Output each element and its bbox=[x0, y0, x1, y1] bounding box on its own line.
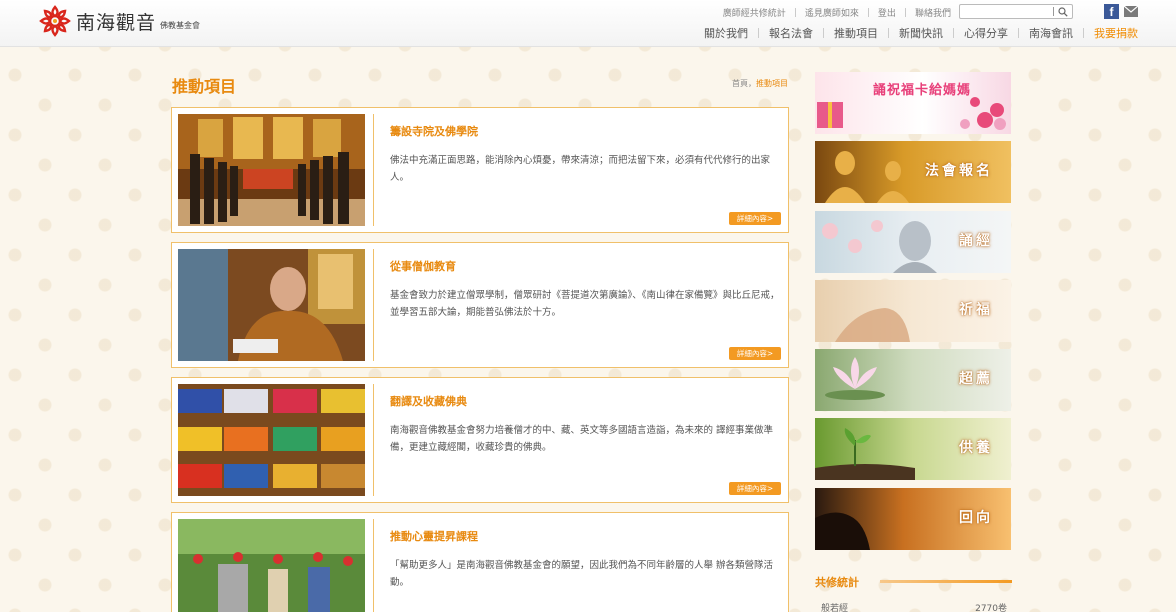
banner-label: 誦經 bbox=[959, 233, 993, 249]
temple-hall-photo bbox=[178, 114, 365, 226]
nav-donate[interactable]: 我要捐款 bbox=[1084, 25, 1148, 41]
separator: | bbox=[793, 7, 797, 18]
stats-divider bbox=[880, 580, 1012, 583]
search-divider bbox=[1053, 7, 1054, 16]
nav-share[interactable]: 心得分享 bbox=[954, 25, 1018, 41]
card-title[interactable]: 從事僧伽教育 bbox=[390, 258, 456, 274]
separator: | bbox=[866, 7, 870, 18]
banner-label: 供養 bbox=[959, 440, 993, 456]
breadcrumb-separator: ， bbox=[748, 79, 756, 88]
logo-subtitle: 佛教基金會 bbox=[160, 20, 201, 30]
details-button[interactable]: 詳細內容> bbox=[729, 347, 781, 360]
project-card-spiritual-courses: 推動心靈提昇課程 「幫助更多人」是南海觀音佛教基金會的願望，因此我們為不同年齡層… bbox=[171, 512, 789, 612]
banner-label: 法會報名 bbox=[925, 163, 993, 179]
card-title[interactable]: 推動心靈提昇課程 bbox=[390, 528, 478, 544]
toplink-medicine-buddha[interactable]: 遙見廣師如來 bbox=[805, 6, 859, 19]
site-logo[interactable]: 南海觀音 佛教基金會 bbox=[38, 4, 200, 38]
stats-row: 般若經 2770卷 bbox=[821, 601, 1007, 612]
card-description: 「幫助更多人」是南海觀音佛教基金會的願望，因此我們為不同年齡層的人舉 辦各類營隊… bbox=[390, 560, 774, 588]
card-description: 南海觀音佛教基金會努力培養僧才的中、藏、英文等多國語言造詣，為未來的 譯經事業做… bbox=[390, 425, 774, 453]
group-activity-photo bbox=[178, 519, 365, 612]
banner-label: 誦祝福卡給媽媽 bbox=[872, 83, 971, 98]
banner-offering[interactable]: 供養 bbox=[815, 418, 1011, 480]
stats-name: 般若經 bbox=[821, 604, 849, 612]
facebook-icon[interactable]: f bbox=[1104, 4, 1119, 19]
banner-blessing[interactable]: 祈福 bbox=[815, 280, 1011, 342]
breadcrumb-home[interactable]: 首頁 bbox=[732, 79, 748, 88]
project-card-scripture-translation: 翻譯及收藏佛典 南海觀音佛教基金會努力培養僧才的中、藏、英文等多國語言造詣，為未… bbox=[171, 377, 789, 503]
card-divider bbox=[373, 519, 374, 612]
project-card-monastery: 籌設寺院及佛學院 佛法中充滿正面思路，能消除內心煩憂，帶來清涼；而把法留下來，必… bbox=[171, 107, 789, 233]
banner-sutra-chanting[interactable]: 誦經 bbox=[815, 211, 1011, 273]
page-title: 推動項目 bbox=[172, 77, 237, 96]
card-divider bbox=[373, 384, 374, 496]
card-divider bbox=[373, 249, 374, 361]
banner-label: 回向 bbox=[959, 510, 993, 526]
search-box bbox=[959, 4, 1073, 24]
monk-studying-photo bbox=[178, 249, 365, 361]
card-description: 佛法中充滿正面思路，能消除內心煩憂，帶來清涼；而把法留下來，必須有代代修行的出家… bbox=[390, 155, 771, 183]
stats-value: 2770卷 bbox=[975, 604, 1007, 612]
separator: | bbox=[903, 7, 907, 18]
lotus-logo-icon bbox=[39, 5, 71, 37]
mail-icon[interactable] bbox=[1124, 6, 1138, 17]
bookshelf-photo bbox=[178, 384, 365, 496]
breadcrumb-current: 推動項目 bbox=[756, 79, 788, 88]
toplink-contact[interactable]: 聯絡我們 bbox=[915, 6, 951, 19]
banner-dedication[interactable]: 回向 bbox=[815, 488, 1011, 550]
card-divider bbox=[373, 114, 374, 226]
nav-register-dharma[interactable]: 報名法會 bbox=[759, 25, 823, 41]
details-button[interactable]: 詳細內容> bbox=[729, 212, 781, 225]
nav-news[interactable]: 新聞快訊 bbox=[889, 25, 953, 41]
main-nav: 關於我們 報名法會 推動項目 新聞快訊 心得分享 南海會訊 我要捐款 bbox=[694, 25, 1148, 41]
logo-title: 南海觀音 bbox=[76, 11, 157, 34]
practice-stats-title: 共修統計 bbox=[815, 576, 859, 589]
project-card-sangha-education: 從事僧伽教育 基金會致力於建立僧眾學制，僧眾研討《菩提道次第廣論》、《南山律在家… bbox=[171, 242, 789, 368]
banner-memorial[interactable]: 超薦 bbox=[815, 349, 1011, 411]
banner-label: 祈福 bbox=[959, 302, 993, 318]
card-description: 基金會致力於建立僧眾學制，僧眾研討《菩提道次第廣論》、《南山律在家備覽》與比丘尼… bbox=[390, 290, 780, 318]
card-title[interactable]: 翻譯及收藏佛典 bbox=[390, 393, 467, 409]
search-input[interactable] bbox=[960, 10, 1050, 24]
card-title[interactable]: 籌設寺院及佛學院 bbox=[390, 123, 478, 139]
nav-newsletter[interactable]: 南海會訊 bbox=[1019, 25, 1083, 41]
toplink-practice-stats[interactable]: 廣師經共修統計 bbox=[723, 6, 786, 19]
breadcrumb: 首頁，推動項目 bbox=[732, 78, 788, 89]
banner-mothers-day-card[interactable]: 誦祝福卡給媽媽 bbox=[815, 72, 1011, 134]
nav-about[interactable]: 關於我們 bbox=[694, 25, 758, 41]
banner-dharma-registration[interactable]: 法會報名 bbox=[815, 141, 1011, 203]
details-button[interactable]: 詳細內容> bbox=[729, 482, 781, 495]
top-links: 廣師經共修統計 | 遙見廣師如來 | 登出 | 聯絡我們 bbox=[723, 6, 951, 20]
search-icon[interactable] bbox=[1058, 7, 1068, 17]
toplink-logout[interactable]: 登出 bbox=[878, 6, 896, 19]
nav-projects[interactable]: 推動項目 bbox=[824, 25, 888, 41]
banner-label: 超薦 bbox=[959, 371, 993, 387]
site-header: 南海觀音 佛教基金會 廣師經共修統計 | 遙見廣師如來 | 登出 | 聯絡我們 … bbox=[0, 0, 1176, 47]
